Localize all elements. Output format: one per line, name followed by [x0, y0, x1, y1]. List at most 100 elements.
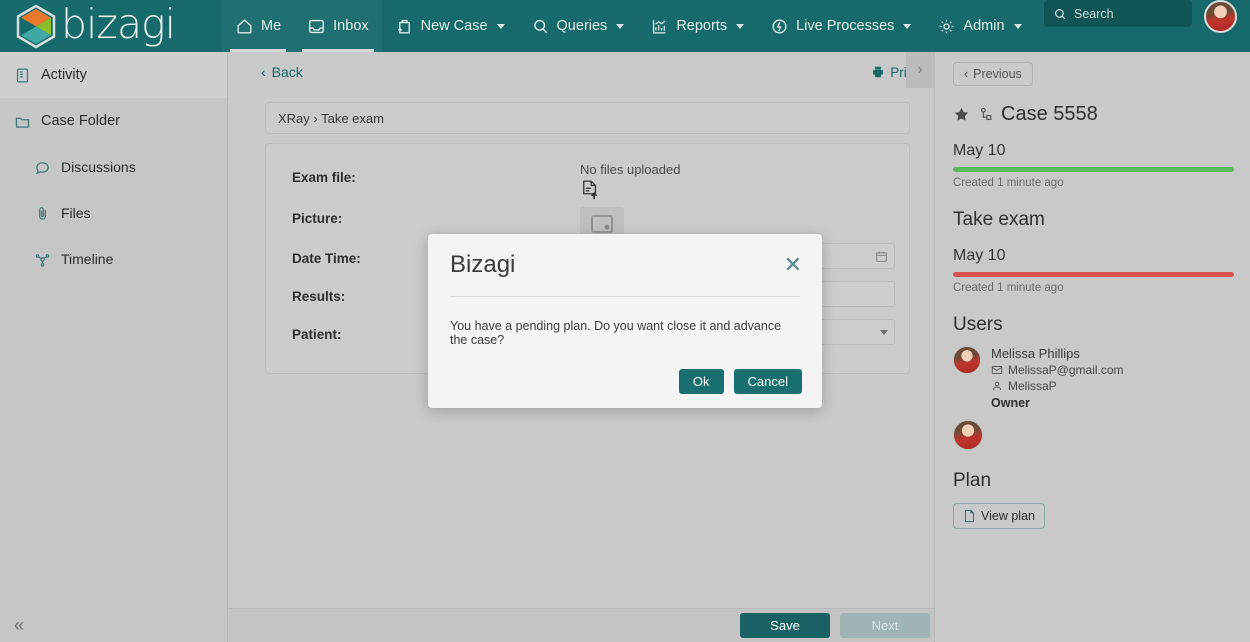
bizagi-hexagon-icon	[16, 4, 56, 49]
breadcrumb: XRay › Take exam	[265, 102, 910, 134]
sidebar-item-activity[interactable]: Activity	[0, 52, 227, 98]
user-username: MelissaP	[1008, 379, 1057, 393]
chevron-down-icon	[736, 23, 745, 29]
back-button[interactable]: ‹ Back	[261, 64, 303, 80]
user-username-row: MelissaP	[991, 379, 1124, 393]
activity-icon	[16, 67, 29, 83]
nav-item-me[interactable]: Me	[222, 0, 295, 52]
stage-date: May 10	[953, 142, 1006, 159]
chevron-left-icon: ‹	[261, 64, 266, 80]
nav-label-me: Me	[261, 18, 282, 34]
sidebar-item-case-folder[interactable]: Case Folder	[0, 98, 227, 144]
sidebar-label-case-folder: Case Folder	[41, 113, 120, 129]
brand-name: bizagi	[61, 0, 176, 48]
view-plan-button[interactable]: View plan	[953, 503, 1045, 529]
nav-label-reports: Reports	[676, 18, 728, 34]
search-icon	[533, 19, 547, 33]
users-heading: Users	[953, 314, 1003, 335]
sidebar-item-discussions[interactable]: Discussions	[0, 144, 227, 190]
case-title: Case 5558	[1001, 103, 1098, 125]
view-plan-label: View plan	[981, 509, 1035, 523]
gear-icon	[940, 19, 954, 33]
form-field-exam-file: No files uploaded	[580, 160, 895, 201]
sidebar-label-files: Files	[61, 205, 91, 221]
file-upload-icon[interactable]	[580, 179, 600, 201]
brand-logo[interactable]: bizagi	[0, 3, 222, 49]
user-email-row: MelissaP@gmail.com	[991, 363, 1124, 377]
nav-item-reports[interactable]: Reports	[637, 0, 757, 52]
next-button[interactable]: Next	[840, 613, 930, 638]
search-input[interactable]	[1074, 6, 1183, 21]
global-search[interactable]	[1044, 0, 1192, 27]
home-icon	[237, 18, 252, 34]
printer-icon	[873, 66, 884, 78]
left-sidebar: Activity Case Folder Discussions Files T…	[0, 52, 228, 642]
chevron-down-icon	[880, 329, 888, 335]
sidebar-item-timeline[interactable]: Timeline	[0, 236, 227, 282]
chevron-down-icon	[903, 23, 912, 29]
top-navigation-bar: bizagi Me Inbox New Case Queries Reports	[0, 0, 1250, 52]
avatar[interactable]	[953, 346, 981, 374]
close-icon[interactable]: ✕	[784, 254, 802, 276]
previous-label: Previous	[973, 67, 1022, 81]
cancel-button[interactable]: Cancel	[733, 369, 802, 394]
paperclip-icon	[39, 206, 46, 220]
save-button[interactable]: Save	[740, 613, 830, 638]
nav-label-live-processes: Live Processes	[796, 18, 895, 34]
nav-item-queries[interactable]: Queries	[518, 0, 638, 52]
sidebar-label-activity: Activity	[41, 67, 87, 83]
avatar[interactable]	[953, 420, 983, 450]
document-icon	[964, 509, 975, 523]
nav-item-new-case[interactable]: New Case	[382, 0, 518, 52]
form-label-picture: Picture:	[292, 211, 343, 226]
case-details-panel: ‹ Previous Case 5558 May 10 Created 1 mi…	[934, 52, 1250, 642]
main-toolbar: ‹ Back Print ›	[229, 52, 934, 92]
user-email: MelissaP@gmail.com	[1008, 363, 1124, 377]
star-icon[interactable]	[953, 106, 970, 123]
new-case-icon	[397, 19, 410, 34]
nav-label-inbox: Inbox	[333, 18, 369, 34]
nav-label-admin: Admin	[963, 18, 1005, 34]
form-footer: Save Next	[229, 608, 934, 642]
nav-label-queries: Queries	[556, 18, 608, 34]
confirmation-dialog: Bizagi ✕ You have a pending plan. Do you…	[428, 234, 822, 408]
search-icon	[1055, 8, 1066, 19]
mail-icon	[991, 366, 1003, 374]
sidebar-item-files[interactable]: Files	[0, 190, 227, 236]
nav-label-new-case: New Case	[420, 18, 488, 34]
user-avatar[interactable]	[1204, 0, 1237, 33]
nav-item-inbox[interactable]: Inbox	[294, 0, 382, 52]
chevron-down-icon	[496, 23, 505, 29]
previous-button[interactable]: ‹ Previous	[953, 62, 1033, 86]
chevron-down-icon	[616, 23, 625, 29]
case-title-row: Case 5558	[953, 103, 1234, 126]
nav-item-admin[interactable]: Admin	[924, 0, 1034, 52]
ok-button[interactable]: Ok	[678, 369, 724, 394]
live-processes-icon	[772, 18, 787, 34]
folder-icon	[15, 117, 30, 128]
calendar-icon	[876, 251, 887, 262]
expand-panel-button[interactable]: ›	[906, 52, 934, 88]
chevron-down-icon	[1013, 23, 1022, 29]
nav-item-live-processes[interactable]: Live Processes	[757, 0, 924, 52]
form-label-exam-file: Exam file:	[292, 170, 356, 185]
plan-heading: Plan	[953, 470, 992, 491]
user-role: Owner	[991, 396, 1030, 410]
dialog-header: Bizagi ✕	[428, 234, 822, 296]
stage-case: May 10 Created 1 minute ago	[953, 142, 1234, 189]
user-name: Melissa Phillips	[991, 346, 1080, 361]
reports-icon	[653, 19, 666, 33]
process-node-icon[interactable]	[977, 106, 994, 123]
stage-created: Created 1 minute ago	[953, 282, 1064, 294]
list-item: Melissa Phillips MelissaP@gmail.com Meli…	[953, 346, 1234, 410]
main-nav: Me Inbox New Case Queries Reports Live P…	[222, 0, 1250, 52]
dialog-actions: Ok Cancel	[428, 369, 822, 408]
form-row-exam-file: Exam file: No files uploaded	[280, 160, 895, 201]
stage-created: Created 1 minute ago	[953, 177, 1064, 189]
stage-heading: Take exam	[953, 209, 1045, 230]
stage-progress-bar-red	[953, 272, 1234, 277]
inbox-icon	[309, 19, 325, 33]
sidebar-collapse-button[interactable]: «	[14, 616, 24, 634]
dialog-message: You have a pending plan. Do you want clo…	[450, 319, 782, 347]
person-icon	[992, 381, 1002, 391]
